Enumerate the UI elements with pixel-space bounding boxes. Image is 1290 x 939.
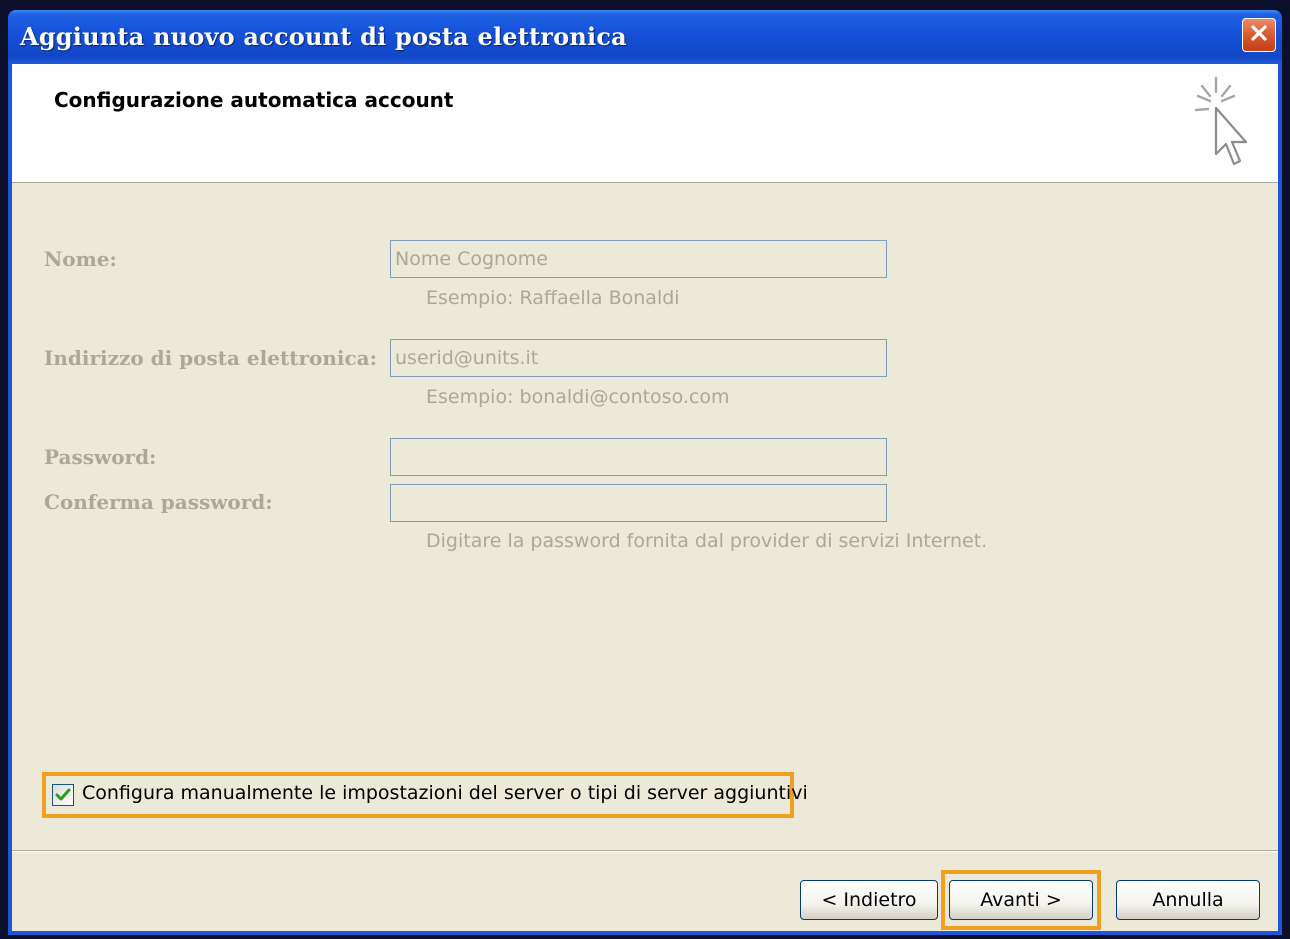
email-label: Indirizzo di posta elettronica: — [44, 346, 377, 370]
email-hint: Esempio: bonaldi@contoso.com — [426, 386, 730, 408]
name-label: Nome: — [44, 247, 117, 271]
divider — [12, 850, 1278, 852]
next-button[interactable]: Avanti > — [949, 880, 1093, 920]
manual-config-checkbox[interactable] — [52, 784, 74, 806]
manual-config-label[interactable]: Configura manualmente le impostazioni de… — [82, 782, 808, 804]
password-label: Password: — [44, 445, 157, 469]
title-bar[interactable]: Aggiunta nuovo account di posta elettron… — [8, 10, 1282, 64]
cursor-click-icon — [1188, 72, 1256, 180]
page-title: Configurazione automatica account — [54, 88, 454, 112]
password-field[interactable] — [390, 438, 887, 476]
back-button[interactable]: < Indietro — [800, 880, 938, 920]
confirm-password-field[interactable] — [390, 484, 887, 522]
close-button[interactable] — [1242, 18, 1276, 52]
close-icon — [1249, 23, 1269, 47]
manual-config-highlight: Configura manualmente le impostazioni de… — [42, 772, 808, 818]
name-hint: Esempio: Raffaella Bonaldi — [426, 287, 680, 309]
confirm-password-label: Conferma password: — [44, 490, 273, 514]
cancel-button[interactable]: Annulla — [1116, 880, 1260, 920]
password-hint: Digitare la password fornita dal provide… — [426, 530, 988, 552]
name-field[interactable]: Nome Cognome — [390, 240, 887, 278]
email-field[interactable]: userid@units.it — [390, 339, 887, 377]
header-panel: Configurazione automatica account — [12, 64, 1278, 183]
window-title: Aggiunta nuovo account di posta elettron… — [20, 22, 627, 51]
dialog-window: Aggiunta nuovo account di posta elettron… — [8, 10, 1282, 935]
